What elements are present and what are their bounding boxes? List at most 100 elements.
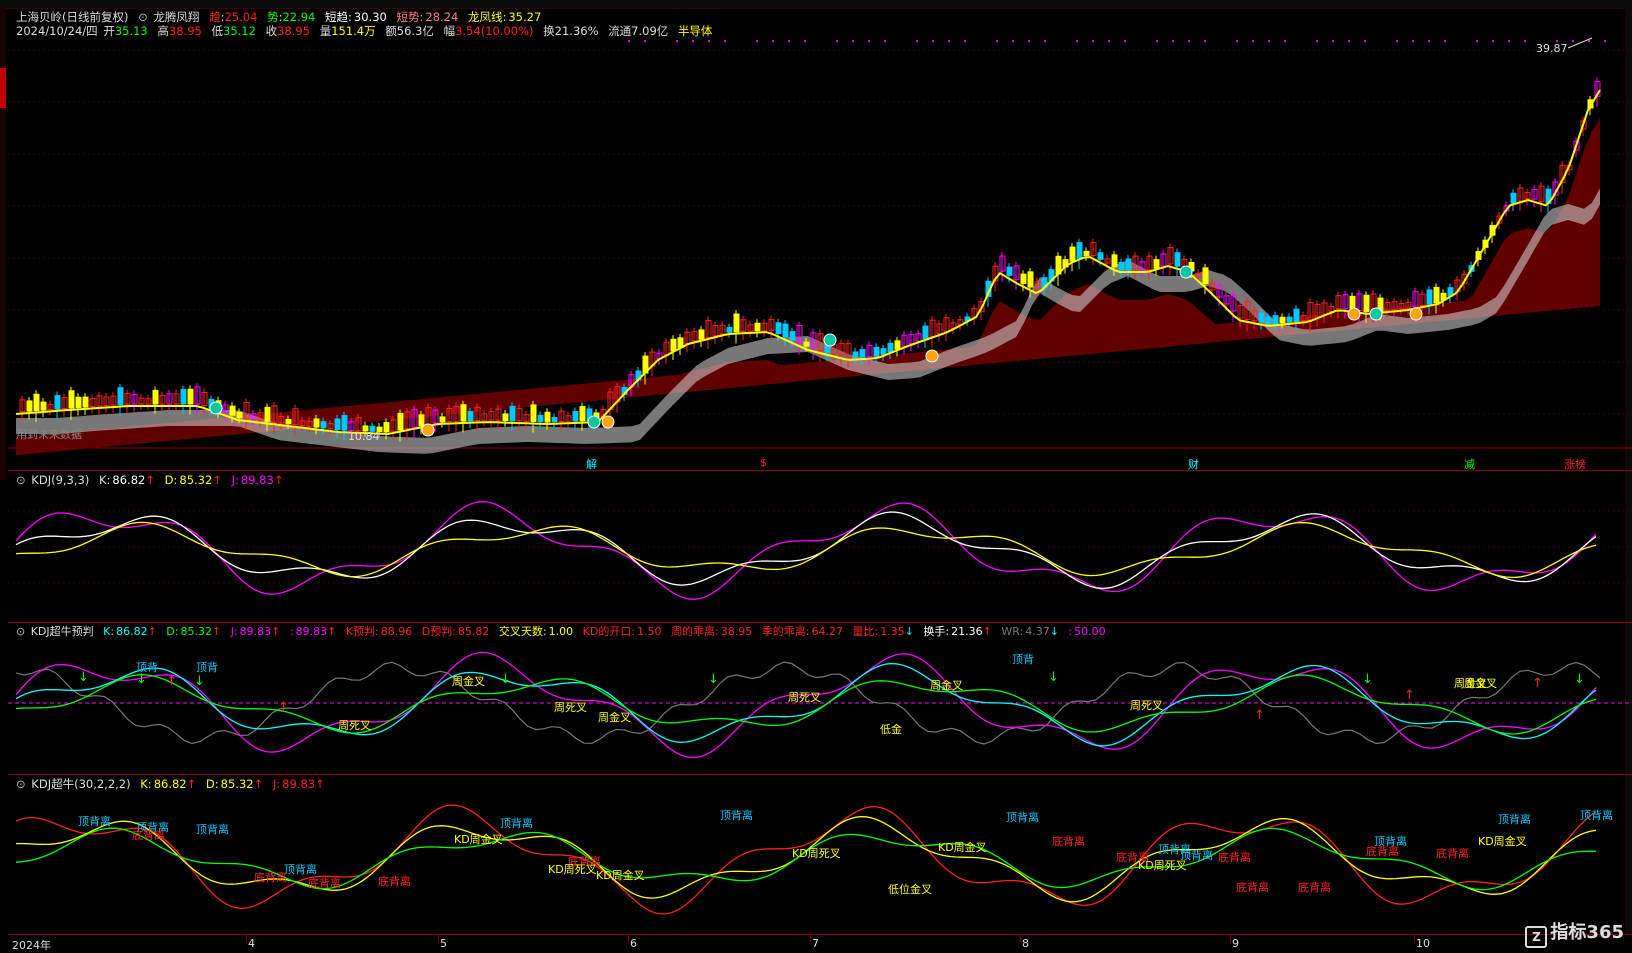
signal-dot (1092, 40, 1094, 42)
kdjs-k-value: 86.82 (153, 777, 187, 791)
settings-icon[interactable]: ⊙ (138, 10, 148, 24)
brand-name: 指标365 (1550, 922, 1624, 943)
kdj-d-line (15, 521, 1597, 579)
kdjp-settings-icon[interactable]: ⊙ (16, 625, 25, 638)
duanshi-label: 短势: (396, 10, 424, 24)
signal-circle-5 (925, 349, 939, 363)
axis-tick-4 (1020, 934, 1021, 942)
signal-circle-1 (421, 423, 435, 437)
signal-dot (1076, 40, 1078, 42)
signal-dot (1204, 40, 1206, 42)
kdjp-title: KDJ超牛预判 (30, 625, 94, 638)
candle-body (1363, 294, 1370, 312)
kdjs-bottom-annotation-8: 底背离 (1298, 880, 1331, 894)
signal-dot (884, 40, 886, 42)
kdj-settings-icon[interactable]: ⊙ (16, 473, 26, 487)
candle-body (152, 389, 159, 405)
axis-tick-6 (1414, 934, 1415, 942)
kdjp-arrow-icon: ↓ (500, 672, 511, 687)
signal-dot (628, 40, 630, 42)
signal-dot (1444, 40, 1446, 42)
kdjs-cross-annotation-3: KD周死叉 (792, 847, 841, 860)
kdjp-hand-value: 21.36 (951, 625, 983, 638)
candle-body (551, 416, 558, 423)
kdjp-annotation-1: 顶背 (196, 660, 218, 674)
signal-dot (692, 40, 694, 42)
kdjp-hand-label: 换手: (923, 625, 950, 638)
kdjp-annotation-5: 周金叉 (598, 710, 631, 724)
kdjp-wr-label: WR: (1001, 625, 1024, 638)
candle-body (229, 405, 236, 416)
kdjp-last-label: : (1068, 625, 1073, 638)
kdjp-annotation-4: 周死叉 (338, 719, 371, 732)
shi-value: 22.94 (282, 10, 316, 24)
kdj-panel[interactable]: ⊙ KDJ(9,3,3) K: 86.82↑ D: 85.32↑ J: 89.83↑ (8, 470, 1632, 623)
candle-body (285, 418, 292, 425)
signal-dot (852, 40, 854, 42)
date-axis: 2024年 4 5 6 7 8 9 10 (8, 934, 1632, 953)
candle-body (670, 338, 677, 352)
axis-label-apr: 4 (248, 937, 255, 950)
signal-circle-9 (1409, 307, 1423, 321)
kdj-j-value: 89.83 (240, 473, 274, 487)
stock-name: 上海贝岭(日线前复权) (16, 10, 129, 24)
high-price-mark: 39.87 (1536, 42, 1568, 55)
candle-body (1202, 267, 1209, 285)
duanshi-value: 28.24 (425, 10, 459, 24)
candle-body (677, 337, 684, 348)
signal-dot (1268, 40, 1270, 42)
signal-dot (1348, 40, 1350, 42)
kdjs-settings-icon[interactable]: ⊙ (16, 777, 26, 791)
candle-body (733, 313, 740, 333)
candle-body (180, 389, 187, 405)
left-toolbar-strip[interactable] (0, 8, 6, 480)
price-panel[interactable]: 上海贝岭(日线前复权) ⊙ 龙腾凤翔 趋:25.04 势:22.94 短趋: 30… (8, 8, 1632, 478)
kdjp-annotation-3: 周死叉 (554, 701, 587, 714)
kdj-header: ⊙ KDJ(9,3,3) K: 86.82↑ D: 85.32↑ J: 89.83↑ (16, 473, 284, 487)
low-price-mark: 10.84 (348, 430, 380, 443)
axis-label-2024: 2024年 (12, 939, 51, 952)
signal-dot (932, 40, 934, 42)
kdj-super-chart: 顶背离 顶背离 顶背离顶背离顶背离顶背离 顶背离顶背离顶背离顶背离顶背离 顶背离底背离底… (15, 804, 1613, 915)
kdjp-kp-value: 88.96 (380, 625, 413, 638)
candle-body (509, 405, 516, 422)
kdj-super-panel[interactable]: 顶背离 顶背离 顶背离 顶背离 顶背离 顶背离 顶背离 顶背离 顶背离 顶背离 顶背离 顶背离 底背离底… (8, 774, 1632, 935)
signal-dot (964, 40, 966, 42)
kdjs-cross-annotation-1: KD周死叉 (548, 863, 597, 876)
kdj-k-value: 86.82 (112, 473, 146, 487)
candle-body (754, 322, 761, 332)
kdjs-title: KDJ超牛(30,2,2,2) (31, 777, 131, 791)
vol-label: 量 (319, 24, 332, 38)
candle-body (439, 416, 446, 423)
candle-body (782, 323, 789, 338)
candle-body (1174, 252, 1181, 267)
kdjp-arrow-icon: ↑ (278, 700, 289, 715)
longfeng-label: 龙凤线: (467, 10, 507, 24)
turn-label: 换 (543, 24, 555, 38)
axis-tick-0 (246, 934, 247, 942)
kdjs-k-label: K: (140, 777, 152, 791)
signal-dot (868, 40, 870, 42)
candle-body (467, 411, 474, 422)
kdj-predict-panel[interactable]: 顶背 顶背 周金叉 周死叉 周死叉 周金叉 周金叉 周死叉 低金 顶背 周金叉 周死叉 周金叉 ↓ ↓ ↑ ↓ ↑… (8, 622, 1632, 775)
longfeng-value: 35.27 (508, 10, 542, 24)
signal-dot (1028, 40, 1030, 42)
candle-body (1006, 266, 1013, 276)
kdjp-kp-label: K预判: (345, 625, 379, 638)
kdjp-dp-value: 85.82 (457, 625, 490, 638)
kdj-j-line (15, 501, 1597, 600)
kdj-predict-chart: 顶背 顶背周金叉周死叉周死叉周金叉周金叉周死叉低金顶背周金叉周死叉周金叉↓ ↓ ↑ ↓↑… (8, 651, 1632, 759)
candle-body (236, 411, 243, 419)
event-label-dollar[interactable]: $ (760, 456, 767, 469)
candle-body (1125, 258, 1132, 271)
candle-body (334, 418, 341, 431)
kdjs-bottom-annotation-9: 底背离 (1366, 844, 1399, 858)
candle-body (1258, 312, 1265, 323)
candle-body (26, 400, 33, 412)
kdjs-d-value: 85.32 (220, 777, 254, 791)
candle-body (117, 387, 124, 406)
candle-body (33, 393, 40, 412)
kdjs-top-annotation-6: 顶背离 (1006, 810, 1039, 824)
close-label: 收 (265, 24, 278, 38)
kdjp-arrow-icon: ↓ (1574, 672, 1585, 687)
